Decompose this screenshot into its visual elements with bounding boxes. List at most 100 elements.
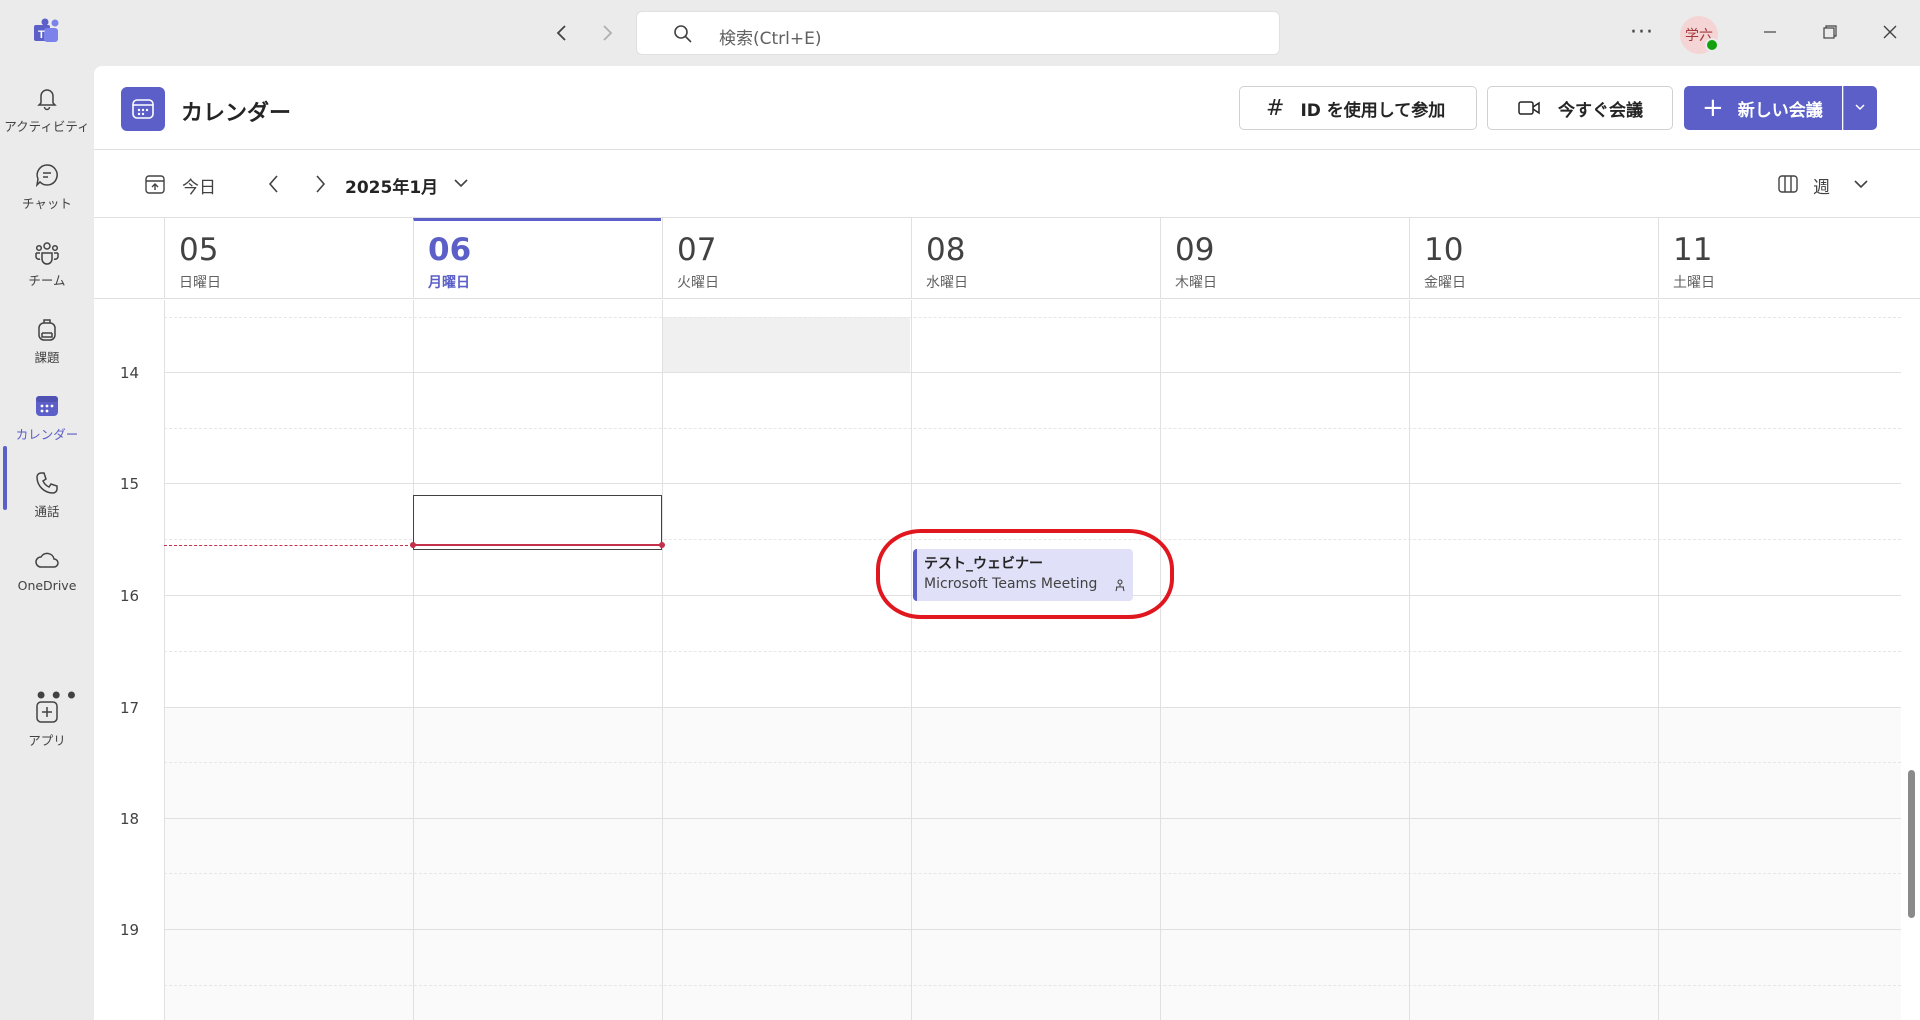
hour-line xyxy=(164,372,1901,373)
hour-line xyxy=(164,707,1901,708)
day-of-week: 月曜日 xyxy=(428,275,470,291)
half-hour-line xyxy=(164,317,1901,318)
new-meeting-dropdown-button[interactable] xyxy=(1843,86,1877,130)
rail-item-label: チャット xyxy=(22,196,72,211)
half-hour-line xyxy=(164,873,1901,874)
rail-item-label: アクティビティ xyxy=(4,119,90,134)
previous-week-icon[interactable] xyxy=(264,172,284,196)
day-number: 05 xyxy=(179,232,219,268)
presence-available-icon xyxy=(1705,38,1719,52)
search-placeholder: 検索(Ctrl+E) xyxy=(719,29,822,49)
half-hour-line xyxy=(164,428,1901,429)
month-selector[interactable]: 2025年1月 xyxy=(345,173,438,198)
minimize-icon[interactable] xyxy=(1758,20,1782,44)
vertical-scrollbar[interactable] xyxy=(1908,770,1915,918)
rail-item-apps[interactable]: アプリ xyxy=(0,688,94,764)
current-time-line-today xyxy=(413,544,662,546)
plus-icon: + xyxy=(1702,93,1724,123)
hour-label: 14 xyxy=(120,364,140,382)
rail-item-label: チーム xyxy=(28,273,66,288)
day-header[interactable]: 07 火曜日 xyxy=(662,218,910,299)
add-app-icon xyxy=(36,701,58,723)
calendar-toolbar: 今日 2025年1月 週 xyxy=(94,151,1920,217)
busy-time-slot xyxy=(662,317,910,372)
forward-arrow-icon[interactable] xyxy=(596,22,618,44)
current-time-dot xyxy=(410,542,416,548)
current-time-dot xyxy=(659,542,665,548)
day-of-week: 土曜日 xyxy=(1673,275,1715,291)
join-with-id-label: ID を使用して参加 xyxy=(1300,100,1446,121)
rail-item-assignments[interactable]: 課題 xyxy=(0,305,94,381)
day-header[interactable]: 08 水曜日 xyxy=(911,218,1159,299)
after-hours-shading xyxy=(164,707,1901,1020)
calendar-app-icon xyxy=(121,87,165,131)
today-calendar-icon[interactable] xyxy=(144,173,166,195)
day-header[interactable]: 09 木曜日 xyxy=(1160,218,1408,299)
day-separator xyxy=(1409,300,1410,1020)
hour-label: 19 xyxy=(120,921,140,939)
day-header[interactable]: 10 金曜日 xyxy=(1409,218,1657,299)
view-selector[interactable]: 週 xyxy=(1813,173,1830,198)
today-button[interactable]: 今日 xyxy=(182,173,216,198)
day-of-week: 火曜日 xyxy=(677,275,719,291)
day-header[interactable]: 05 日曜日 xyxy=(164,218,412,299)
day-of-week: 木曜日 xyxy=(1175,275,1217,291)
day-header-today[interactable]: 06 月曜日 xyxy=(413,218,661,299)
time-grid[interactable]: 14 15 16 17 18 19 テスト_ウェビナー Microsoft Te… xyxy=(94,300,1920,1020)
rail-item-onedrive[interactable]: OneDrive xyxy=(0,536,94,612)
day-of-week: 金曜日 xyxy=(1424,275,1466,291)
hour-line xyxy=(164,929,1901,930)
hash-icon: # xyxy=(1266,95,1285,121)
backpack-icon xyxy=(38,319,56,341)
chevron-down-icon[interactable] xyxy=(1852,175,1870,193)
half-hour-line xyxy=(164,985,1901,986)
day-separator xyxy=(911,300,912,1020)
rail-item-calls[interactable]: 通話 xyxy=(0,459,94,535)
day-separator xyxy=(1658,300,1659,1020)
app-rail: アクティビティ チャット チーム 課題 カレンダー 通話 OneDrive ••… xyxy=(0,66,94,1020)
more-options-icon[interactable]: ··· xyxy=(1630,20,1654,45)
chevron-down-icon[interactable] xyxy=(452,174,470,192)
chat-icon xyxy=(35,164,58,188)
day-header[interactable]: 11 土曜日 xyxy=(1658,218,1906,299)
day-number: 10 xyxy=(1424,232,1464,268)
selected-time-slot[interactable] xyxy=(413,495,662,550)
rail-item-activity[interactable]: アクティビティ xyxy=(0,74,94,150)
hour-line xyxy=(164,483,1901,484)
svg-text:T: T xyxy=(38,29,45,41)
teams-icon xyxy=(35,242,59,265)
half-hour-line xyxy=(164,762,1901,763)
day-separator xyxy=(662,300,663,1020)
hour-label: 17 xyxy=(120,699,140,717)
meet-now-button[interactable]: 今すぐ会議 xyxy=(1487,86,1673,130)
join-with-id-button[interactable]: # ID を使用して参加 xyxy=(1239,86,1477,130)
rail-item-calendar[interactable]: カレンダー xyxy=(0,382,94,458)
restore-icon[interactable] xyxy=(1818,20,1842,44)
day-of-week: 日曜日 xyxy=(179,275,221,291)
calendar-icon xyxy=(36,396,58,416)
hour-label: 18 xyxy=(120,810,140,828)
title-bar: T 検索(Ctrl+E) ··· 学六 xyxy=(0,0,1920,66)
new-meeting-button[interactable]: + 新しい会議 xyxy=(1684,86,1842,130)
search-icon xyxy=(674,25,692,43)
rail-item-teams[interactable]: チーム xyxy=(0,228,94,304)
rail-item-label: OneDrive xyxy=(17,578,77,593)
next-week-icon[interactable] xyxy=(310,172,330,196)
new-meeting-label: 新しい会議 xyxy=(1737,100,1823,121)
highlight-annotation xyxy=(876,529,1174,619)
back-arrow-icon[interactable] xyxy=(551,22,573,44)
half-hour-line xyxy=(164,651,1901,652)
day-number: 08 xyxy=(926,232,966,268)
rail-item-chat[interactable]: チャット xyxy=(0,151,94,227)
close-icon[interactable] xyxy=(1878,20,1902,44)
rail-item-label: 通話 xyxy=(34,504,60,519)
teams-logo-icon[interactable]: T xyxy=(30,18,62,46)
day-separator xyxy=(164,300,165,1020)
cloud-icon xyxy=(35,552,59,568)
rail-item-label: カレンダー xyxy=(15,427,79,442)
bell-icon xyxy=(37,89,57,111)
search-input[interactable]: 検索(Ctrl+E) xyxy=(636,11,1280,55)
day-header-row: 05 日曜日 06 月曜日 07 火曜日 08 水曜日 09 木曜日 10 金曜… xyxy=(94,217,1920,299)
rail-item-label: 課題 xyxy=(34,350,60,365)
week-view-icon[interactable] xyxy=(1777,173,1799,195)
